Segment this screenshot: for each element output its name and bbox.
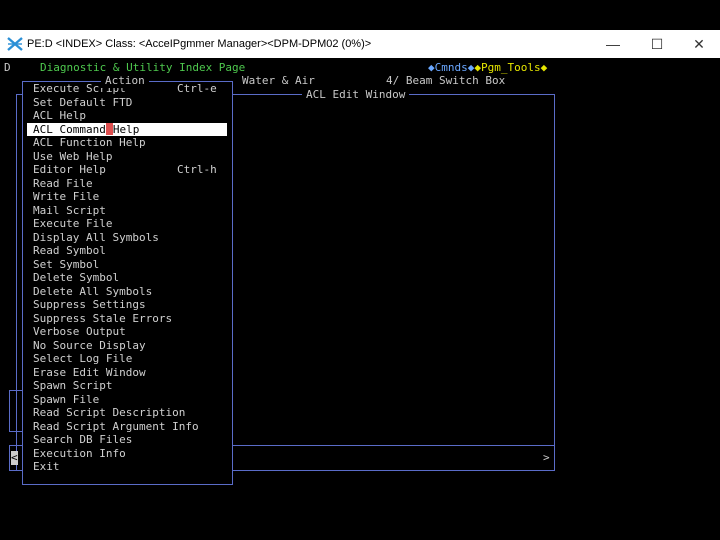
- menu-item[interactable]: Delete All Symbols: [33, 285, 152, 299]
- top-menu-bar: ◆Cmnds◆◆Pgm_Tools◆: [428, 61, 547, 75]
- close-button[interactable]: ✕: [688, 34, 710, 54]
- menu-item[interactable]: Execution Info: [33, 447, 126, 461]
- window-title: PE:D <INDEX> Class: <AcceIPgmmer Manager…: [27, 38, 372, 50]
- menu-item[interactable]: Spawn Script: [33, 379, 112, 393]
- menu-item[interactable]: No Source Display: [33, 339, 146, 353]
- menu-item[interactable]: Suppress Settings: [33, 298, 146, 312]
- menu-item-shortcut: Ctrl-e: [177, 82, 217, 95]
- menu-item[interactable]: Read File: [33, 177, 93, 191]
- action-menu: Execute Script Ctrl-e Set Default FTD AC…: [22, 81, 233, 485]
- menu-item-selected[interactable]: ACL Command Help: [27, 122, 227, 136]
- menu-item[interactable]: Read Script Description: [33, 406, 185, 420]
- bg-text-beam-switch: 4/ Beam Switch Box: [386, 74, 506, 87]
- menu-item[interactable]: ACL Help: [33, 109, 86, 123]
- scroll-left-button[interactable]: <: [11, 451, 18, 465]
- menu-item[interactable]: Mail Script: [33, 204, 106, 218]
- window-titlebar: PE:D <INDEX> Class: <AcceIPgmmer Manager…: [0, 30, 720, 58]
- menu-pgm-tools[interactable]: ◆Pgm_Tools◆: [474, 61, 547, 74]
- scroll-right-button[interactable]: >: [543, 451, 550, 465]
- menu-item[interactable]: Read Symbol: [33, 244, 106, 258]
- menu-item-shortcut: Ctrl-h: [177, 163, 217, 176]
- page-title: Diagnostic & Utility Index Page: [40, 61, 246, 74]
- menu-item[interactable]: Exit: [33, 460, 60, 474]
- menu-item[interactable]: ACL Function Help: [33, 136, 146, 150]
- menu-title: Action: [101, 74, 149, 88]
- menu-item[interactable]: Editor Help: [33, 163, 106, 177]
- menu-cmnds[interactable]: ◆Cmnds◆: [428, 61, 474, 74]
- menu-item[interactable]: Read Script Argument Info: [33, 420, 199, 434]
- bg-text-water-air: Water & Air: [242, 74, 315, 87]
- text-cursor: [105, 122, 113, 135]
- menu-item[interactable]: Erase Edit Window: [33, 366, 146, 380]
- terminal-area: D Diagnostic & Utility Index Page ◆Cmnds…: [0, 58, 720, 510]
- maximize-button[interactable]: ☐: [646, 34, 668, 54]
- menu-item[interactable]: Write File: [33, 190, 99, 204]
- underlying-box-stub: [9, 390, 22, 432]
- d-marker: D: [4, 61, 11, 74]
- menu-item[interactable]: Suppress Stale Errors: [33, 312, 172, 326]
- menu-item[interactable]: Set Symbol: [33, 258, 99, 272]
- menu-item[interactable]: Verbose Output: [33, 325, 126, 339]
- edit-window-title: ACL Edit Window: [302, 88, 410, 102]
- menu-item[interactable]: Execute File: [33, 217, 112, 231]
- menu-item[interactable]: Delete Symbol: [33, 271, 119, 285]
- menu-item[interactable]: Search DB Files: [33, 433, 132, 447]
- menu-item[interactable]: Select Log File: [33, 352, 132, 366]
- menu-item[interactable]: Use Web Help: [33, 150, 112, 164]
- app-icon: [7, 37, 23, 51]
- menu-item[interactable]: Display All Symbols: [33, 231, 159, 245]
- menu-item[interactable]: Spawn File: [33, 393, 99, 407]
- minimize-button[interactable]: —: [602, 34, 624, 54]
- menu-item[interactable]: Set Default FTD: [33, 96, 132, 110]
